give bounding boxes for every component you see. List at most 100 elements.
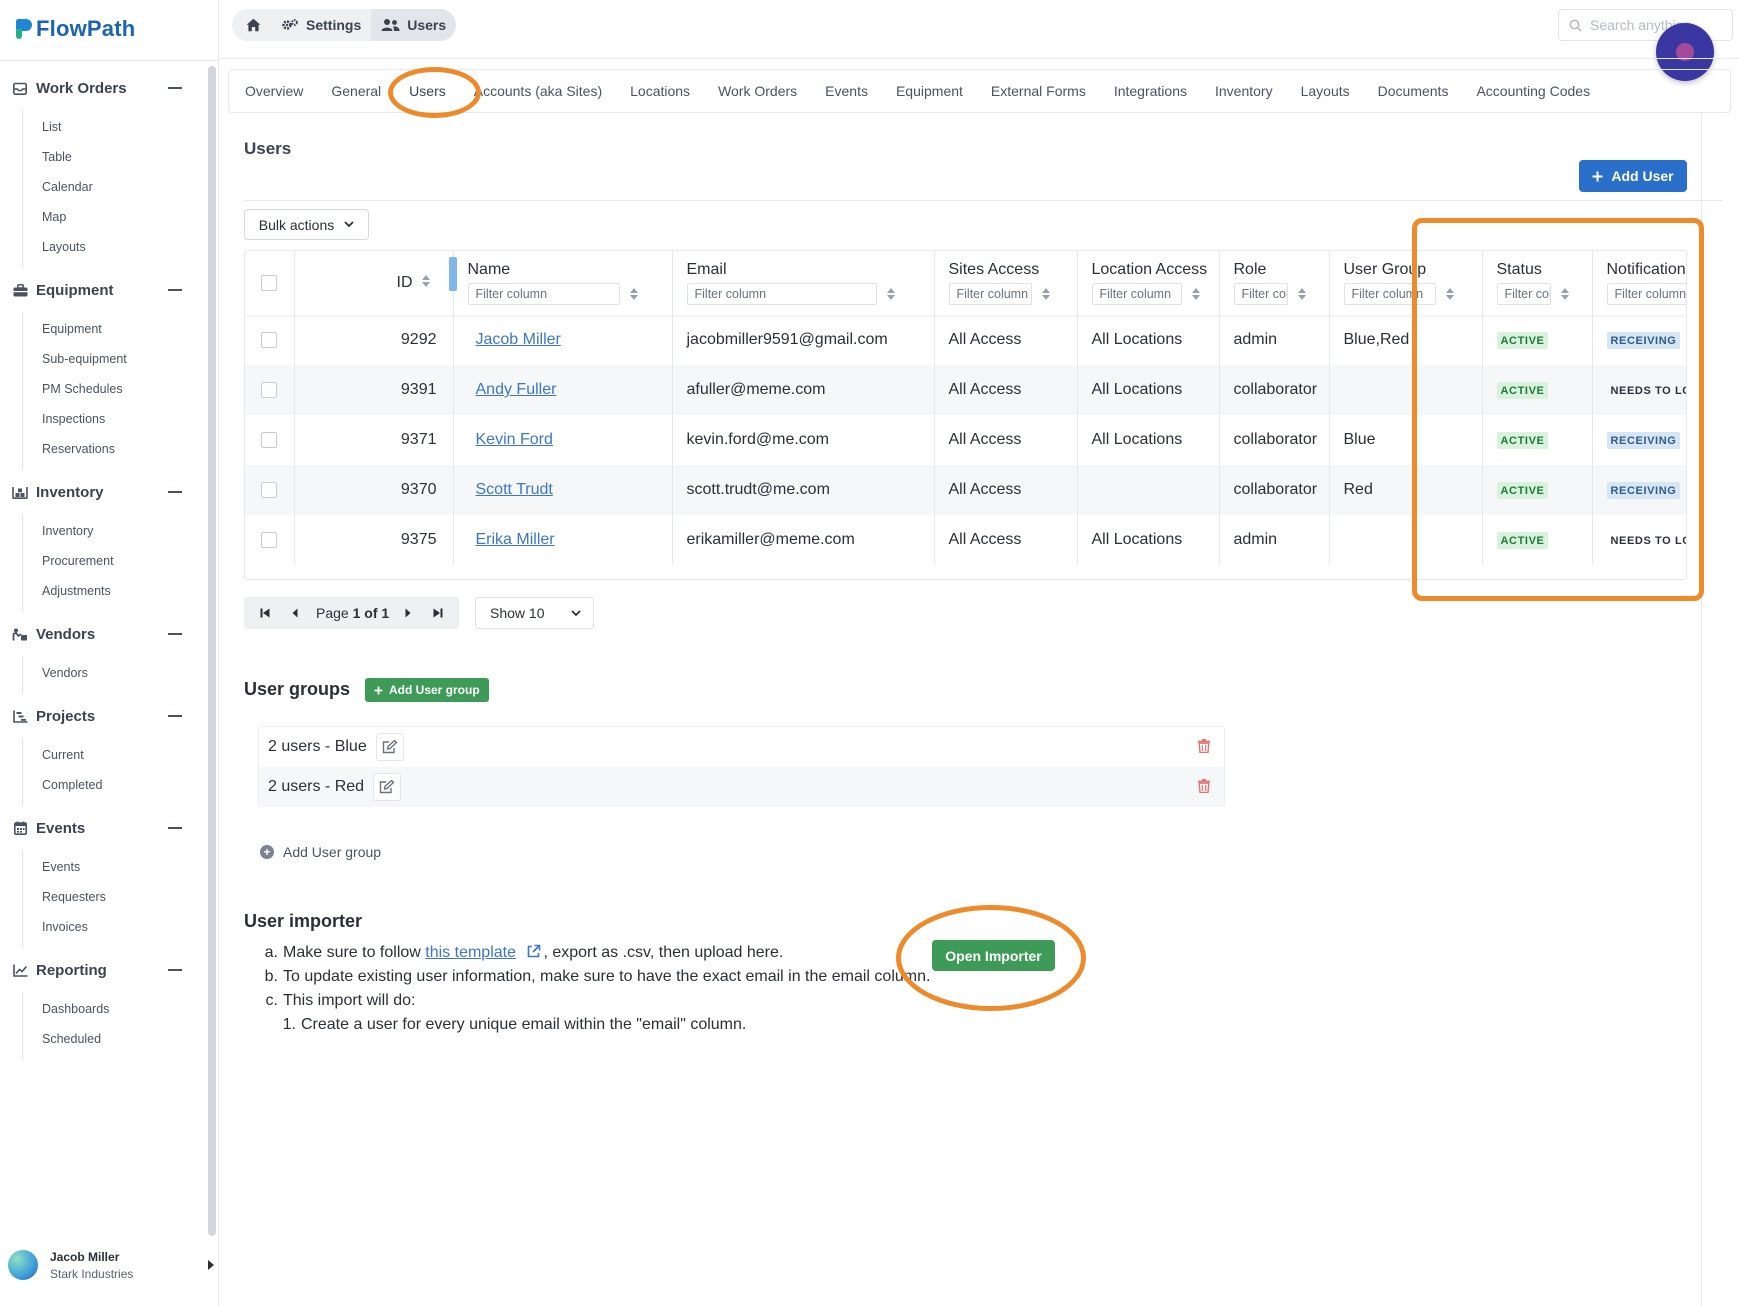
sidebar-item[interactable]: Completed [23, 770, 210, 800]
collapse-icon[interactable] [168, 715, 182, 717]
user-profile[interactable]: Jacob Miller Stark Industries [8, 1244, 218, 1286]
tab-item[interactable]: Accounts (aka Sites) [474, 83, 602, 99]
sidebar-item[interactable]: Reservations [23, 434, 210, 464]
tab-item[interactable]: Events [825, 83, 868, 99]
sidebar-item[interactable]: Inspections [23, 404, 210, 434]
select-all-checkbox[interactable] [261, 274, 278, 291]
sidebar-section-header[interactable]: Equipment [0, 268, 210, 312]
tab-item[interactable]: General [331, 83, 381, 99]
row-checkbox[interactable] [261, 381, 278, 398]
collapse-icon[interactable] [168, 633, 182, 635]
column-filter-input[interactable] [686, 283, 877, 305]
edit-group-button[interactable] [373, 773, 402, 801]
sidebar-section-header[interactable]: Vendors [0, 612, 210, 656]
first-page-button[interactable] [250, 597, 280, 629]
app-logo[interactable]: FlowPath [16, 16, 135, 42]
sidebar-item[interactable]: Requesters [23, 882, 210, 912]
chevron-left-icon [292, 608, 298, 618]
sort-icon[interactable] [886, 288, 896, 300]
breadcrumb-settings[interactable]: Settings [271, 9, 371, 41]
template-link[interactable]: this template [425, 944, 516, 961]
collapse-icon[interactable] [168, 289, 182, 291]
sidebar-section-header[interactable]: Inventory [0, 470, 210, 514]
column-filter-input[interactable] [948, 283, 1032, 305]
delete-group-button[interactable] [1198, 739, 1210, 758]
page-size-select[interactable]: Show 10 [475, 597, 594, 629]
sidebar-item[interactable]: List [23, 112, 210, 142]
sidebar-item[interactable]: PM Schedules [23, 374, 210, 404]
sort-icon[interactable] [1191, 288, 1201, 300]
tab-item[interactable]: Work Orders [718, 83, 797, 99]
sidebar-item[interactable]: Inventory [23, 516, 210, 546]
sidebar-section-header[interactable]: Projects [0, 694, 210, 738]
sidebar-item[interactable]: Procurement [23, 546, 210, 576]
sidebar-item[interactable]: Equipment [23, 314, 210, 344]
sidebar-item[interactable]: Table [23, 142, 210, 172]
row-checkbox[interactable] [261, 481, 278, 498]
add-user-group-link[interactable]: + Add User group [260, 844, 381, 860]
sidebar-item[interactable]: Events [23, 852, 210, 882]
collapse-icon[interactable] [168, 491, 182, 493]
user-name-link[interactable]: Jacob Miller [476, 331, 561, 348]
tab-item[interactable]: Overview [245, 83, 303, 99]
user-name-link[interactable]: Andy Fuller [476, 381, 557, 398]
user-name-link[interactable]: Scott Trudt [476, 481, 553, 498]
last-page-button[interactable] [423, 597, 453, 629]
sidebar-item[interactable]: Invoices [23, 912, 210, 942]
row-checkbox[interactable] [261, 531, 278, 548]
sort-icon[interactable] [421, 275, 431, 287]
sidebar-item[interactable]: Dashboards [23, 994, 210, 1024]
edit-group-button[interactable] [375, 733, 404, 761]
tab-item[interactable]: External Forms [991, 83, 1086, 99]
external-link-icon[interactable] [526, 944, 541, 959]
sidebar-item[interactable]: Calendar [23, 172, 210, 202]
sidebar-scrollbar[interactable] [208, 66, 216, 1236]
column-header[interactable]: Email [672, 251, 935, 315]
column-header[interactable]: Name [453, 251, 673, 315]
sidebar-item[interactable]: Map [23, 202, 210, 232]
next-page-button[interactable] [393, 597, 423, 629]
column-header[interactable]: Location Access [1077, 251, 1220, 315]
sidebar-item[interactable]: Vendors [23, 658, 210, 688]
sidebar-section-header[interactable]: Work Orders [0, 66, 210, 110]
prev-page-button[interactable] [280, 597, 310, 629]
column-header[interactable]: Role [1219, 251, 1330, 315]
sidebar-item[interactable]: Current [23, 740, 210, 770]
sort-icon[interactable] [1297, 288, 1307, 300]
sort-icon[interactable] [1041, 288, 1051, 300]
breadcrumb-home[interactable] [232, 9, 271, 41]
sidebar-subnav: Equipment Sub-equipment PM Schedules Inspec… [22, 312, 210, 470]
tab-item[interactable]: Equipment [896, 83, 963, 99]
column-filter-input[interactable] [1233, 283, 1288, 305]
sidebar-item[interactable]: Scheduled [23, 1024, 210, 1054]
delete-group-button[interactable] [1198, 779, 1210, 798]
tab-item[interactable]: Integrations [1114, 83, 1187, 99]
column-header[interactable]: Sites Access [934, 251, 1078, 315]
tab-item[interactable]: Locations [630, 83, 690, 99]
tab-item[interactable]: Layouts [1301, 83, 1350, 99]
column-filter-input[interactable] [467, 283, 620, 305]
tab-item[interactable]: Inventory [1215, 83, 1273, 99]
column-header-id[interactable]: ID [294, 251, 457, 315]
sidebar-section-header[interactable]: Reporting [0, 948, 210, 992]
user-name-link[interactable]: Kevin Ford [476, 431, 553, 448]
row-checkbox[interactable] [261, 431, 278, 448]
add-user-button[interactable]: Add User [1579, 160, 1687, 192]
sidebar-item[interactable]: Layouts [23, 232, 210, 262]
bulk-actions-dropdown[interactable]: Bulk actions [244, 209, 369, 240]
add-user-group-button[interactable]: Add User group [365, 678, 489, 702]
sidebar-item[interactable]: Sub-equipment [23, 344, 210, 374]
breadcrumb-users[interactable]: Users [371, 9, 457, 41]
row-checkbox[interactable] [261, 331, 278, 348]
collapse-icon[interactable] [168, 969, 182, 971]
caret-right-icon[interactable] [208, 1260, 214, 1270]
sidebar-item[interactable]: Adjustments [23, 576, 210, 606]
sidebar-section-header[interactable]: Events [0, 806, 210, 850]
tab-item[interactable]: Documents [1378, 83, 1449, 99]
column-filter-input[interactable] [1091, 283, 1182, 305]
tab-item[interactable]: Accounting Codes [1476, 83, 1590, 99]
user-name-link[interactable]: Erika Miller [476, 531, 555, 548]
collapse-icon[interactable] [168, 87, 182, 89]
sort-icon[interactable] [629, 288, 639, 300]
collapse-icon[interactable] [168, 827, 182, 829]
